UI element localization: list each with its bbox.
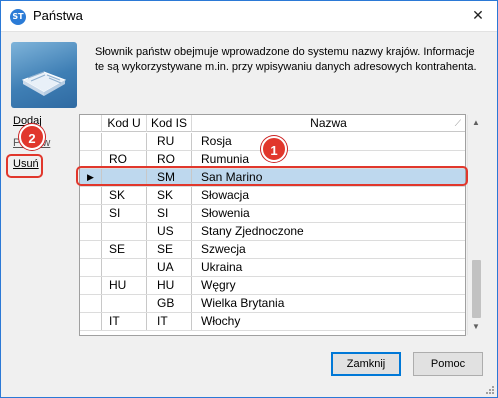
cell-kod-u: RO — [102, 151, 147, 168]
table-row[interactable]: UA Ukraina — [80, 259, 465, 277]
cell-kod-u — [102, 223, 147, 240]
cell-kod-u: SK — [102, 187, 147, 204]
column-header-nazwa[interactable]: Nazwa ⟋ — [192, 115, 465, 132]
grid-scrollbar[interactable]: ▲ ▼ — [467, 115, 484, 335]
row-pointer-icon: ▶ — [80, 169, 102, 186]
cell-nazwa: Rosja — [201, 134, 232, 148]
row-indicator — [80, 295, 102, 312]
cell-nazwa: Włochy — [201, 314, 241, 328]
app-icon: ST — [10, 9, 26, 25]
close-button[interactable]: Zamknij — [331, 352, 401, 376]
cell-kod-u: HU — [102, 277, 147, 294]
row-indicator — [80, 205, 102, 222]
cell-kod-is: SK — [147, 187, 192, 204]
cell-nazwa: Rumunia — [201, 152, 250, 166]
dictionary-book-icon — [11, 42, 77, 108]
table-row[interactable]: US Stany Zjednoczone — [80, 223, 465, 241]
cell-nazwa: Węgry — [201, 278, 236, 292]
cell-nazwa: San Marino — [192, 169, 465, 186]
cell-kod-u — [102, 169, 147, 186]
table-row[interactable]: SI SI Słowenia — [80, 205, 465, 223]
cell-nazwa: Wielka Brytania — [201, 296, 285, 310]
scroll-up-icon[interactable]: ▲ — [468, 116, 484, 130]
row-indicator — [80, 313, 102, 330]
resize-grip-icon[interactable] — [485, 385, 495, 395]
cell-kod-u: IT — [102, 313, 147, 330]
cell-kod-u: SE — [102, 241, 147, 258]
table-row[interactable]: IT IT Włochy — [80, 313, 465, 331]
cell-kod-u — [102, 133, 147, 150]
step-2-callout: 2 — [19, 124, 45, 150]
table-row[interactable]: SK SK Słowacja — [80, 187, 465, 205]
table-row[interactable]: HU HU Węgry — [80, 277, 465, 295]
table-row[interactable]: GB Wielka Brytania — [80, 295, 465, 313]
cell-kod-is: SE — [147, 241, 192, 258]
help-button[interactable]: Pomoc — [413, 352, 483, 376]
title-bar[interactable]: ST Państwa ✕ — [1, 1, 497, 31]
row-indicator — [80, 259, 102, 276]
row-indicator — [80, 241, 102, 258]
table-row[interactable]: ▶ SM San Marino — [80, 169, 465, 187]
cell-kod-is: GB — [147, 295, 192, 312]
table-row[interactable]: SE SE Szwecja — [80, 241, 465, 259]
info-text: Słownik państw obejmuje wprowadzone do s… — [95, 45, 490, 75]
info-line-1: Słownik państw obejmuje wprowadzone do s… — [95, 46, 475, 58]
cell-kod-is: US — [147, 223, 192, 240]
column-header-kod-u[interactable]: Kod U — [102, 115, 147, 132]
row-indicator — [80, 277, 102, 294]
cell-nazwa: Słowacja — [201, 188, 250, 202]
cell-kod-is: HU — [147, 277, 192, 294]
cell-kod-u — [102, 259, 147, 276]
countries-dialog: ST Państwa ✕ Słownik państw obejmuje wpr… — [0, 0, 498, 398]
scroll-thumb[interactable] — [472, 260, 481, 318]
dialog-body: Słownik państw obejmuje wprowadzone do s… — [1, 31, 497, 397]
scroll-down-icon[interactable]: ▼ — [468, 320, 484, 334]
grid-header: Kod U Kod IS Nazwa ⟋ — [80, 115, 465, 132]
cell-kod-is: RU — [147, 133, 192, 150]
close-icon[interactable]: ✕ — [467, 5, 489, 27]
step-1-callout: 1 — [261, 136, 287, 162]
column-header-indicator — [80, 115, 102, 132]
row-indicator — [80, 133, 102, 150]
row-indicator — [80, 223, 102, 240]
row-indicator — [80, 151, 102, 168]
cell-kod-u: SI — [102, 205, 147, 222]
cell-kod-u — [102, 295, 147, 312]
cell-kod-is: SI — [147, 205, 192, 222]
cell-kod-is: UA — [147, 259, 192, 276]
info-line-2: te są wykorzystywane m.in. przy wpisywan… — [95, 61, 477, 73]
cell-nazwa: Stany Zjednoczone — [201, 224, 304, 238]
sort-icon: ⟋ — [454, 118, 461, 128]
column-header-nazwa-label: Nazwa — [310, 116, 347, 130]
window-title: Państwa — [33, 8, 83, 23]
delete-link-highlight — [6, 154, 43, 178]
cell-nazwa: Szwecja — [201, 242, 246, 256]
cell-kod-is: RO — [147, 151, 192, 168]
cell-nazwa: Ukraina — [201, 260, 243, 274]
column-header-kod-is[interactable]: Kod IS — [147, 115, 192, 132]
cell-kod-is: IT — [147, 313, 192, 330]
row-indicator — [80, 187, 102, 204]
cell-nazwa: Słowenia — [201, 206, 250, 220]
cell-kod-is: SM — [147, 169, 192, 186]
